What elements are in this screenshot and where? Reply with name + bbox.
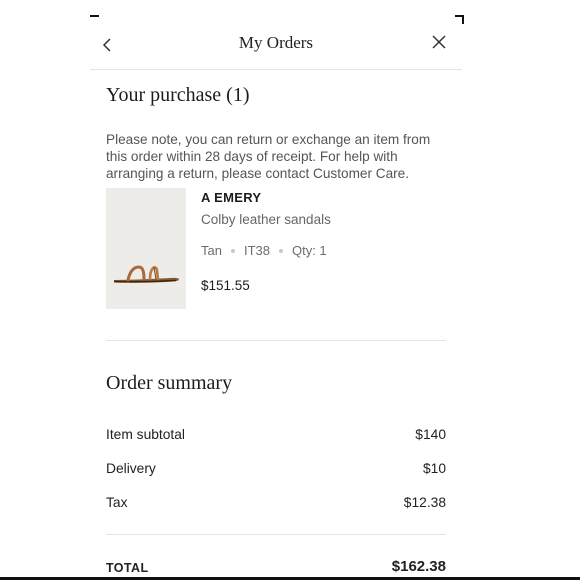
screen: My Orders Your purchase (1) Please note,…: [0, 0, 580, 580]
summary-row-subtotal: Item subtotal $140: [106, 427, 446, 445]
summary-row-tax: Tax $12.38: [106, 495, 446, 513]
summary-label: Tax: [106, 495, 128, 510]
order-item[interactable]: A EMERY Colby leather sandals Tan IT38 Q…: [106, 188, 446, 310]
total-value: $162.38: [391, 558, 446, 575]
header: My Orders: [90, 17, 462, 70]
product-color: Tan: [201, 243, 222, 258]
orders-panel: My Orders Your purchase (1) Please note,…: [90, 17, 462, 580]
summary-heading: Order summary: [106, 372, 233, 394]
separator-dot-icon: [230, 248, 235, 253]
summary-label: Item subtotal: [106, 427, 185, 442]
summary-value: $12.38: [403, 495, 446, 510]
total-divider: [106, 534, 446, 535]
summary-row-delivery: Delivery $10: [106, 461, 446, 479]
total-label: TOTAL: [106, 561, 149, 575]
product-attributes: Tan IT38 Qty: 1: [201, 243, 327, 258]
product-size: IT38: [243, 243, 270, 258]
close-button[interactable]: [430, 33, 448, 51]
section-divider: [106, 340, 446, 341]
product-price: $151.55: [201, 278, 250, 293]
product-brand[interactable]: A EMERY: [201, 190, 261, 205]
summary-value: $10: [422, 461, 446, 476]
summary-label: Delivery: [106, 461, 156, 476]
purchase-heading: Your purchase (1): [106, 84, 250, 106]
summary-value: $140: [415, 427, 446, 442]
page-title: My Orders: [238, 33, 314, 52]
separator-dot-icon: [278, 248, 283, 253]
product-thumbnail[interactable]: [106, 188, 186, 309]
return-note: Please note, you can return or exchange …: [106, 132, 431, 181]
product-name[interactable]: Colby leather sandals: [201, 212, 331, 227]
sandal-image: [106, 188, 186, 309]
summary-row-total: TOTAL $162.38: [106, 558, 446, 577]
product-quantity: Qty: 1: [291, 243, 327, 258]
close-icon: [432, 35, 446, 49]
